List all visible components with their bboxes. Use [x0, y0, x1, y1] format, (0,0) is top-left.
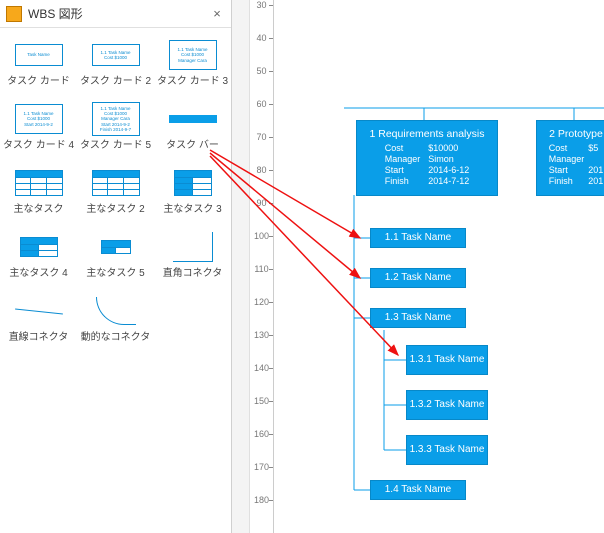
node-requirements[interactable]: 1 Requirements analysis Cost $10000 Manag… [356, 120, 498, 196]
shape-label: タスク カード [7, 76, 70, 88]
node-field-label: Start [549, 165, 585, 176]
scroll-gutter[interactable] [232, 0, 250, 533]
ruler-tick: 50 [250, 66, 273, 76]
shape-empty [158, 294, 228, 356]
node-1-4[interactable]: 1.4 Task Name [370, 480, 466, 500]
thumb-text: Task Name [27, 52, 50, 57]
panel-title: WBS 図形 [28, 5, 209, 22]
thumb-text: Manager Cara [178, 58, 207, 63]
shape-label: 主なタスク 2 [86, 204, 144, 216]
shape-label: 主なタスク 4 [9, 268, 67, 280]
shape-label: 動的なコネクタ [81, 332, 151, 344]
ruler-tick: 160 [250, 429, 273, 439]
node-label: 1.3.3 Task Name [410, 444, 485, 457]
ruler-tick: 70 [250, 132, 273, 142]
node-label: 1.1 Task Name [385, 232, 452, 245]
node-field-label: Cost [549, 143, 585, 154]
node-label: 1.4 Task Name [385, 484, 452, 497]
node-1-3[interactable]: 1.3 Task Name [370, 308, 466, 328]
ruler-tick: 40 [250, 33, 273, 43]
shape-label: タスク カード 3 [157, 76, 228, 88]
shape-grid: Task Name タスク カード 1.1 Task Name Cost $10… [0, 28, 231, 356]
ruler-tick: 30 [250, 0, 273, 10]
shape-label: 主なタスク 5 [86, 268, 144, 280]
ruler-tick: 130 [250, 330, 273, 340]
shape-label: 直角コネクタ [163, 268, 223, 280]
node-field-value: 201 [588, 176, 603, 187]
node-1-2[interactable]: 1.2 Task Name [370, 268, 466, 288]
ruler-tick: 180 [250, 495, 273, 505]
close-icon[interactable]: × [209, 6, 225, 21]
shape-main-task-4[interactable]: 主なタスク 4 [4, 230, 74, 292]
node-field-value: $10000 [428, 143, 469, 154]
shape-task-card-5[interactable]: 1.1 Task Name Cost $1000 Manager Cara St… [81, 102, 151, 164]
shape-task-card-2[interactable]: 1.1 Task Name Cost $1000 タスク カード 2 [81, 38, 151, 100]
node-label: 1.3 Task Name [385, 312, 452, 325]
node-field-value: 2014-6-12 [428, 165, 469, 176]
shape-label: タスク カード 2 [80, 76, 151, 88]
node-title: 2 Prototype [549, 128, 603, 140]
node-label: 1.2 Task Name [385, 272, 452, 285]
ruler-tick: 60 [250, 99, 273, 109]
thumb-text: Cost $1000 [104, 55, 127, 60]
ruler-tick: 110 [250, 264, 273, 274]
shape-task-card-1[interactable]: Task Name タスク カード [4, 38, 74, 100]
shape-task-card-4[interactable]: 1.1 Task Name Cost $1000 Start 2014-9-2 … [4, 102, 74, 164]
shape-task-bar[interactable]: タスク バー [158, 102, 228, 164]
node-1-3-2[interactable]: 1.3.2 Task Name [406, 390, 488, 420]
node-field-label: Finish [549, 176, 585, 187]
node-title: 1 Requirements analysis [370, 128, 485, 140]
node-field-value: 201 [588, 165, 603, 176]
node-field-label: Manager [385, 154, 421, 165]
shape-right-angle-connector[interactable]: 直角コネクタ [158, 230, 228, 292]
thumb-text: Start 2014-9-2 [24, 122, 53, 127]
shape-label: タスク バー [166, 140, 219, 152]
shapes-panel: WBS 図形 × Task Name タスク カード 1.1 Task Name… [0, 0, 232, 533]
shape-label: タスク カード 5 [80, 140, 151, 152]
shape-main-task-2[interactable]: 主なタスク 2 [81, 166, 151, 228]
node-field-label: Start [385, 165, 421, 176]
diagram-area[interactable]: 1 Requirements analysis Cost $10000 Manag… [274, 0, 604, 533]
shape-task-card-3[interactable]: 1.1 Task Name Cost $1000 Manager Cara タス… [158, 38, 228, 100]
node-1-3-3[interactable]: 1.3.3 Task Name [406, 435, 488, 465]
shape-label: 主なタスク 3 [163, 204, 221, 216]
shape-main-task-5[interactable]: 主なタスク 5 [81, 230, 151, 292]
shape-label: 主なタスク [14, 204, 64, 216]
ruler-tick: 150 [250, 396, 273, 406]
vertical-ruler: 30 40 50 60 70 80 90 100 110 120 130 140… [250, 0, 274, 533]
panel-icon [6, 6, 22, 22]
node-field-label: Manager [549, 154, 585, 165]
shape-label: 直線コネクタ [9, 332, 69, 344]
ruler-tick: 100 [250, 231, 273, 241]
shape-main-task-3[interactable]: 主なタスク 3 [158, 166, 228, 228]
canvas[interactable]: 30 40 50 60 70 80 90 100 110 120 130 140… [232, 0, 604, 533]
node-field-value: Simon [428, 154, 469, 165]
ruler-tick: 90 [250, 198, 273, 208]
node-field-value: 2014-7-12 [428, 176, 469, 187]
node-field-value: $5 [588, 143, 603, 154]
ruler-tick: 80 [250, 165, 273, 175]
node-field-label: Cost [385, 143, 421, 154]
panel-header: WBS 図形 × [0, 0, 231, 28]
node-field-value [588, 154, 603, 165]
node-label: 1.3.1 Task Name [410, 354, 485, 367]
node-1-3-1[interactable]: 1.3.1 Task Name [406, 345, 488, 375]
node-1-1[interactable]: 1.1 Task Name [370, 228, 466, 248]
ruler-tick: 120 [250, 297, 273, 307]
ruler-tick: 140 [250, 363, 273, 373]
shape-straight-connector[interactable]: 直線コネクタ [4, 294, 74, 356]
shape-dynamic-connector[interactable]: 動的なコネクタ [81, 294, 151, 356]
node-prototype[interactable]: 2 Prototype Cost$5 Manager Start201 Fini… [536, 120, 604, 196]
shape-label: タスク カード 4 [3, 140, 74, 152]
node-label: 1.3.2 Task Name [410, 399, 485, 412]
node-field-label: Finish [385, 176, 421, 187]
shape-main-task-1[interactable]: 主なタスク [4, 166, 74, 228]
thumb-text: Finish 2014-9-7 [100, 127, 131, 132]
ruler-tick: 170 [250, 462, 273, 472]
